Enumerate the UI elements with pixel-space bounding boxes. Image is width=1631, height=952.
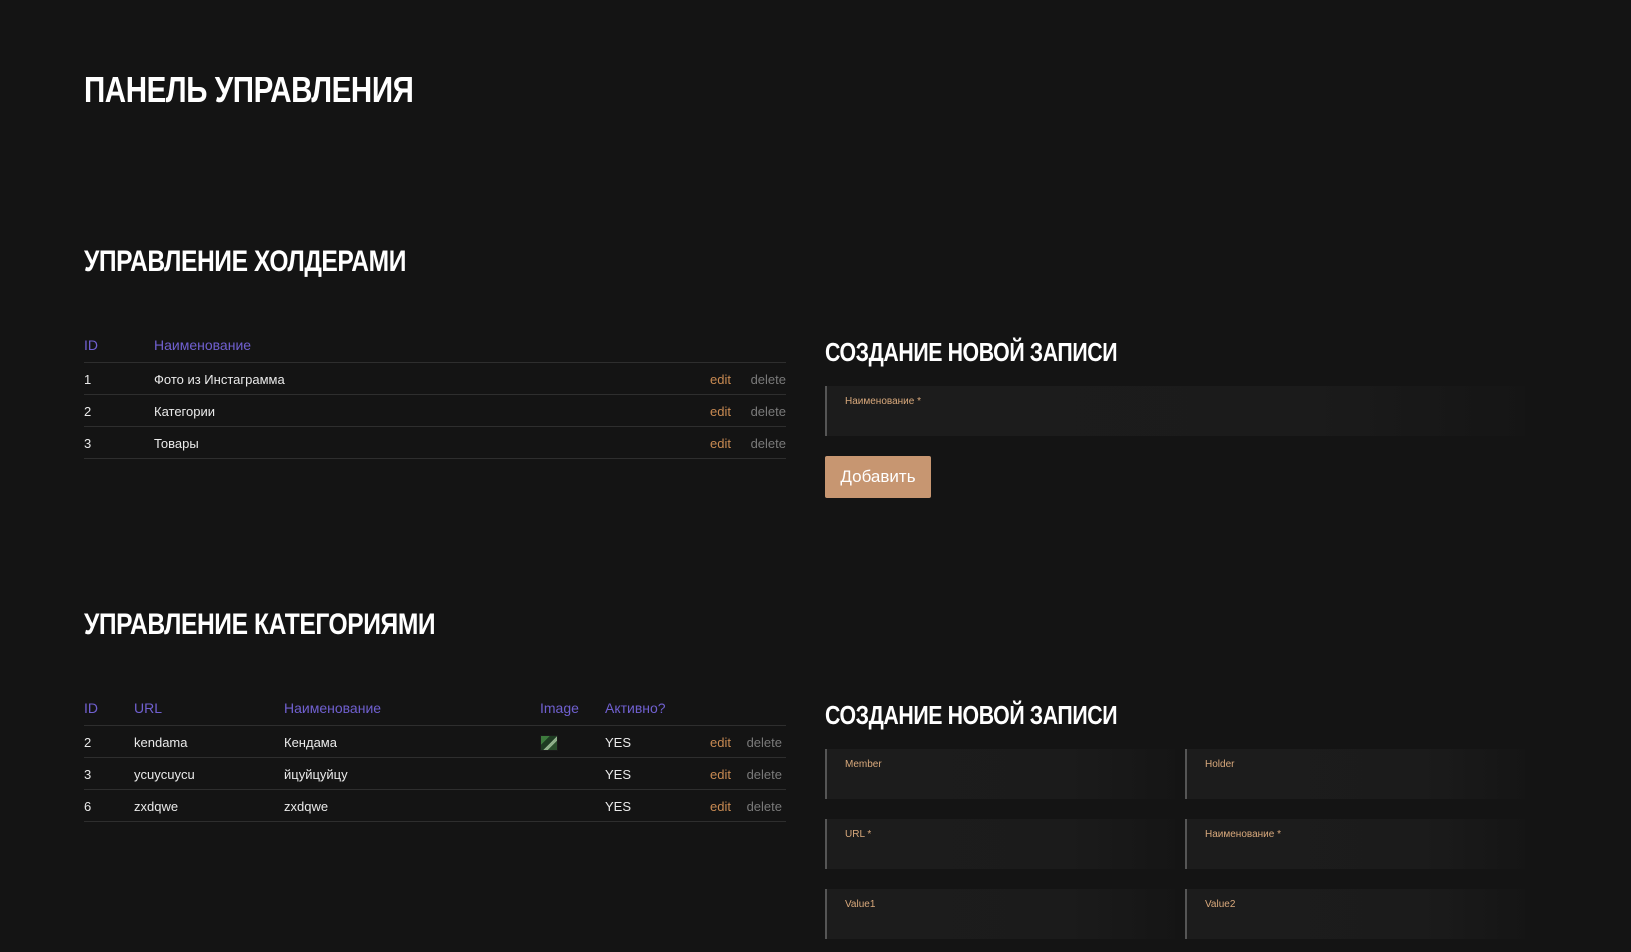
url-label-text: URL [845, 829, 865, 840]
required-mark: * [1277, 829, 1282, 840]
row-name: Фото из Инстаграмма [154, 372, 285, 387]
categories-section-title: УПРАВЛЕНИЕ КАТЕГОРИЯМИ [84, 608, 436, 641]
edit-link[interactable]: edit [710, 758, 731, 792]
delete-link[interactable]: delete [747, 726, 782, 760]
holder-name-input[interactable] [843, 410, 1517, 434]
row-image [540, 726, 558, 760]
column-header-id: ID [84, 337, 98, 353]
category-name-field: Наименование * [1185, 819, 1525, 869]
holders-form-title: СОЗДАНИЕ НОВОЙ ЗАПИСИ [825, 337, 1118, 367]
row-active: YES [605, 767, 632, 782]
holder-input[interactable] [1203, 773, 1517, 797]
column-header-image: Image [540, 700, 579, 716]
category-name-input[interactable] [1203, 843, 1517, 867]
edit-link[interactable]: edit [710, 395, 731, 429]
url-field: URL * [825, 819, 1175, 869]
category-name-label: Наименование * [1205, 829, 1281, 840]
column-header-name: Наименование [154, 337, 252, 353]
column-header-active: Активно? [605, 700, 666, 716]
delete-link[interactable]: delete [751, 427, 786, 461]
table-row: 1 Фото из Инстаграмма edit delete [84, 363, 786, 395]
table-row: 3 Товары edit delete [84, 427, 786, 459]
row-name: Кендама [284, 735, 337, 750]
category-image-thumbnail [540, 734, 558, 751]
row-id: 2 [84, 404, 92, 419]
value1-field: Value1 [825, 889, 1175, 939]
row-active: YES [605, 799, 632, 814]
holder-name-label: Наименование * [845, 396, 921, 407]
category-name-label-text: Наименование [1205, 829, 1275, 840]
member-input[interactable] [843, 773, 1167, 797]
categories-form-title: СОЗДАНИЕ НОВОЙ ЗАПИСИ [825, 700, 1118, 730]
edit-link[interactable]: edit [710, 363, 731, 397]
row-id: 1 [84, 372, 92, 387]
edit-link[interactable]: edit [710, 427, 731, 461]
add-button[interactable]: Добавить [825, 456, 931, 498]
row-id: 6 [84, 799, 92, 814]
row-url: kendama [134, 735, 188, 750]
value1-input[interactable] [843, 913, 1167, 937]
url-label: URL * [845, 829, 871, 840]
edit-link[interactable]: edit [710, 790, 731, 824]
column-header-name: Наименование [284, 700, 382, 716]
value2-input[interactable] [1203, 913, 1517, 937]
required-mark: * [917, 396, 922, 407]
url-input[interactable] [843, 843, 1167, 867]
holders-section-title: УПРАВЛЕНИЕ ХОЛДЕРАМИ [84, 245, 406, 278]
table-row: 2 Категории edit delete [84, 395, 786, 427]
row-url: zxdqwe [134, 799, 179, 814]
delete-link[interactable]: delete [751, 363, 786, 397]
value2-label: Value2 [1205, 899, 1236, 910]
admin-page: ПАНЕЛЬ УПРАВЛЕНИЯ УПРАВЛЕНИЕ ХОЛДЕРАМИ I… [0, 0, 1631, 952]
holder-name-label-text: Наименование [845, 396, 915, 407]
categories-table: ID URL Наименование Image Активно? 2 ken… [84, 693, 786, 822]
member-field: Member [825, 749, 1175, 799]
row-url: ycuycuycu [134, 767, 195, 782]
holders-table-header: ID Наименование [84, 330, 786, 363]
delete-link[interactable]: delete [747, 758, 782, 792]
column-header-id: ID [84, 700, 98, 716]
row-name: zxdqwe [284, 799, 329, 814]
holders-table: ID Наименование 1 Фото из Инстаграмма ed… [84, 330, 786, 459]
edit-link[interactable]: edit [710, 726, 731, 760]
delete-link[interactable]: delete [747, 790, 782, 824]
table-row: 2 kendama Кендама YES edit delete [84, 726, 786, 758]
row-id: 3 [84, 436, 92, 451]
table-row: 3 ycuycuycu йцуйцуйцу YES edit delete [84, 758, 786, 790]
value1-label: Value1 [845, 899, 876, 910]
table-row: 6 zxdqwe zxdqwe YES edit delete [84, 790, 786, 822]
row-name: Товары [154, 436, 199, 451]
column-header-url: URL [134, 700, 163, 716]
value2-field: Value2 [1185, 889, 1525, 939]
delete-link[interactable]: delete [751, 395, 786, 429]
categories-table-header: ID URL Наименование Image Активно? [84, 693, 786, 726]
row-name: йцуйцуйцу [284, 767, 348, 782]
member-label: Member [845, 759, 882, 770]
required-mark: * [867, 829, 872, 840]
holder-name-field: Наименование * [825, 386, 1525, 436]
row-id: 2 [84, 735, 92, 750]
holder-field: Holder [1185, 749, 1525, 799]
row-name: Категории [154, 404, 215, 419]
row-id: 3 [84, 767, 92, 782]
holder-label: Holder [1205, 759, 1235, 770]
row-active: YES [605, 735, 632, 750]
page-title: ПАНЕЛЬ УПРАВЛЕНИЯ [84, 69, 414, 110]
